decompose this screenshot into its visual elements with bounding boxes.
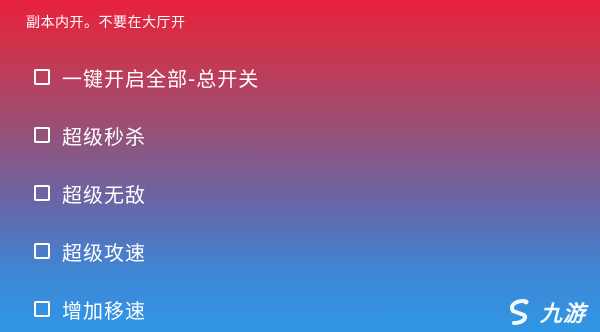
option-label: 超级无敌 xyxy=(62,182,146,207)
option-label: 一键开启全部-总开关 xyxy=(62,66,260,91)
checkbox[interactable] xyxy=(34,69,50,85)
option-increase-move-speed[interactable]: 增加移速 xyxy=(34,292,146,326)
checkbox[interactable] xyxy=(34,243,50,259)
checkbox[interactable] xyxy=(34,185,50,201)
option-label: 超级秒杀 xyxy=(62,124,146,149)
watermark-logo: 九游 xyxy=(504,296,586,328)
option-super-invincible[interactable]: 超级无敌 xyxy=(34,176,146,210)
option-all-master-switch[interactable]: 一键开启全部-总开关 xyxy=(34,60,259,94)
option-label: 超级攻速 xyxy=(62,240,146,265)
s-logo-icon xyxy=(510,299,529,325)
watermark-text: 九游 xyxy=(539,302,586,327)
option-super-attack-speed[interactable]: 超级攻速 xyxy=(34,234,146,268)
option-super-kill[interactable]: 超级秒杀 xyxy=(34,118,146,152)
option-label: 增加移速 xyxy=(62,298,146,323)
cheat-options-list: 一键开启全部-总开关 超级秒杀 超级无敌 超级攻速 增加移速 xyxy=(0,0,600,332)
checkbox[interactable] xyxy=(34,127,50,143)
checkbox[interactable] xyxy=(34,301,50,317)
